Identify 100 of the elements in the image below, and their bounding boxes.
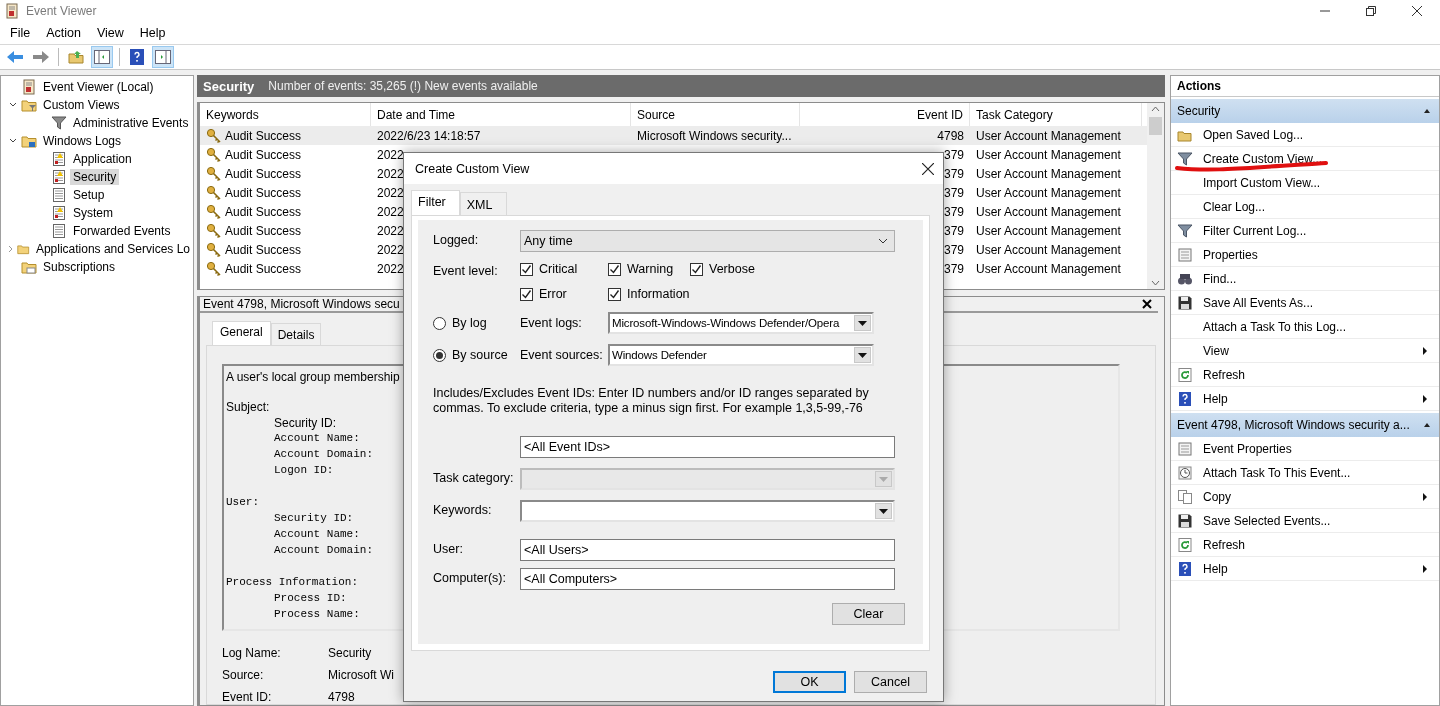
tab[interactable]: Filter <box>411 190 460 215</box>
logged-select[interactable]: Any time <box>520 230 895 252</box>
pane-command[interactable]: Properties <box>1171 243 1439 267</box>
collapse-arrow-icon <box>1423 107 1431 115</box>
menu-item[interactable]: View <box>88 26 132 40</box>
close-icon[interactable] <box>922 162 934 175</box>
field-label: Keywords: <box>433 502 493 517</box>
table-cell: Audit Success <box>225 261 302 276</box>
pane-command[interactable]: Create Custom View... <box>1171 147 1439 171</box>
log-icon <box>51 169 67 185</box>
table-cell: Audit Success <box>225 147 302 162</box>
radio-button[interactable] <box>433 316 446 330</box>
show-tree-button[interactable] <box>91 46 113 68</box>
tree-item[interactable]: Security <box>70 169 120 185</box>
table-cell: 379 <box>943 223 964 238</box>
tree-item[interactable]: Applications and Services Lo <box>32 241 193 257</box>
pane-command[interactable]: Open Saved Log... <box>1171 123 1439 147</box>
group-header[interactable]: Security <box>1171 99 1439 123</box>
checkbox-label[interactable]: Warning <box>627 262 674 276</box>
key-icon <box>206 203 222 220</box>
show-actions-button[interactable] <box>152 46 174 68</box>
checkbox[interactable] <box>690 262 703 276</box>
checkbox-label[interactable]: Verbose <box>709 262 755 276</box>
event-title: Event 4798, Microsoft Windows secu <box>203 297 401 311</box>
event-row[interactable]: Audit Success 2022/6/23 14:18:57 Microsoft Windows security... 4798 User Account Management <box>200 126 1147 145</box>
source-combo[interactable]: Microsoft-Windows-Windows Defender/Opera <box>608 312 874 334</box>
pane-command[interactable]: View <box>1171 339 1439 363</box>
copy-icon <box>1177 488 1193 505</box>
funnel-icon <box>51 115 67 131</box>
input-field[interactable]: <All Users> <box>520 539 895 561</box>
pane-command[interactable]: Event Properties <box>1171 437 1439 461</box>
key-icon <box>206 127 222 144</box>
tree-item[interactable]: Application <box>70 151 135 167</box>
source-combo[interactable]: Windows Defender <box>608 344 874 366</box>
radio-label[interactable]: By log <box>452 316 487 330</box>
table-cell: User Account Management <box>976 147 1121 162</box>
restore-icon[interactable] <box>1366 6 1376 16</box>
field-label: Process ID: <box>274 592 347 606</box>
chevron-icon <box>9 101 17 109</box>
tree-item[interactable]: Event Viewer (Local) <box>40 79 157 95</box>
dialog-button[interactable]: OK <box>773 671 846 693</box>
table-cell: User Account Management <box>976 185 1121 200</box>
tree-item[interactable]: Administrative Events <box>70 115 192 131</box>
clear-button[interactable]: Clear <box>832 603 905 625</box>
tree-item[interactable]: Setup <box>70 187 108 203</box>
event-ids-field[interactable]: <All Event IDs> <box>520 436 895 458</box>
group-header[interactable]: Event 4798, Microsoft Windows security a... <box>1171 413 1439 437</box>
field-label: Task category: <box>433 470 515 485</box>
pane-command[interactable]: Help <box>1171 557 1439 581</box>
pane-command[interactable]: Attach a Task To this Log... <box>1171 315 1439 339</box>
tree-item[interactable]: Forwarded Events <box>70 223 174 239</box>
menu-item[interactable]: Action <box>38 26 89 40</box>
pane-command[interactable]: Find... <box>1171 267 1439 291</box>
dropdown-field[interactable] <box>520 500 895 522</box>
tree-item[interactable]: Windows Logs <box>40 133 125 149</box>
section-heading: User: <box>226 496 259 510</box>
radio-button[interactable] <box>433 348 446 362</box>
checkbox-label[interactable]: Critical <box>539 262 578 276</box>
tab[interactable]: General <box>212 321 271 345</box>
tree-item[interactable]: Custom Views <box>40 97 123 113</box>
menu-item[interactable]: File <box>2 26 39 40</box>
funnel-icon <box>1177 150 1193 167</box>
input-field[interactable]: <All Computers> <box>520 568 895 590</box>
pane-command[interactable]: Filter Current Log... <box>1171 219 1439 243</box>
submenu-arrow-icon <box>1421 394 1429 403</box>
pane-command[interactable]: Save Selected Events... <box>1171 509 1439 533</box>
checkbox[interactable] <box>520 262 533 276</box>
menu-item[interactable]: Help <box>131 26 174 40</box>
scrollbar-thumb[interactable] <box>1149 117 1162 135</box>
checkbox[interactable] <box>608 262 621 276</box>
pane-command[interactable]: Refresh <box>1171 533 1439 557</box>
table-cell: 4798 <box>937 128 964 143</box>
table-cell: User Account Management <box>976 242 1121 257</box>
pane-command[interactable]: Refresh <box>1171 363 1439 387</box>
pane-command[interactable]: Help <box>1171 387 1439 411</box>
dialog-button[interactable]: Cancel <box>854 671 927 693</box>
close-icon[interactable] <box>1142 299 1152 309</box>
checkbox-label[interactable]: Information <box>627 287 690 301</box>
pane-command[interactable]: Import Custom View... <box>1171 171 1439 195</box>
checkbox[interactable] <box>608 287 621 301</box>
field-label: Event sources: <box>520 348 604 362</box>
key-icon <box>206 260 222 277</box>
checkbox[interactable] <box>520 287 533 301</box>
pane-command[interactable]: Clear Log... <box>1171 195 1439 219</box>
event-log-icon <box>4 3 20 19</box>
tree-item[interactable]: Subscriptions <box>40 259 119 275</box>
tab[interactable]: Details <box>270 323 322 345</box>
pane-command[interactable]: Attach Task To This Event... <box>1171 461 1439 485</box>
radio-label[interactable]: By source <box>452 348 508 362</box>
pane-command[interactable]: Save All Events As... <box>1171 291 1439 315</box>
tree-item[interactable]: System <box>70 205 116 221</box>
table-cell: 379 <box>943 147 964 162</box>
table-cell: User Account Management <box>976 204 1121 219</box>
help-icon <box>1177 560 1193 577</box>
help-icon <box>1177 390 1193 407</box>
close-icon[interactable] <box>1412 6 1422 16</box>
tab[interactable]: XML <box>459 192 508 215</box>
funnel-icon <box>1177 222 1193 239</box>
checkbox-label[interactable]: Error <box>539 287 567 301</box>
pane-command[interactable]: Copy <box>1171 485 1439 509</box>
